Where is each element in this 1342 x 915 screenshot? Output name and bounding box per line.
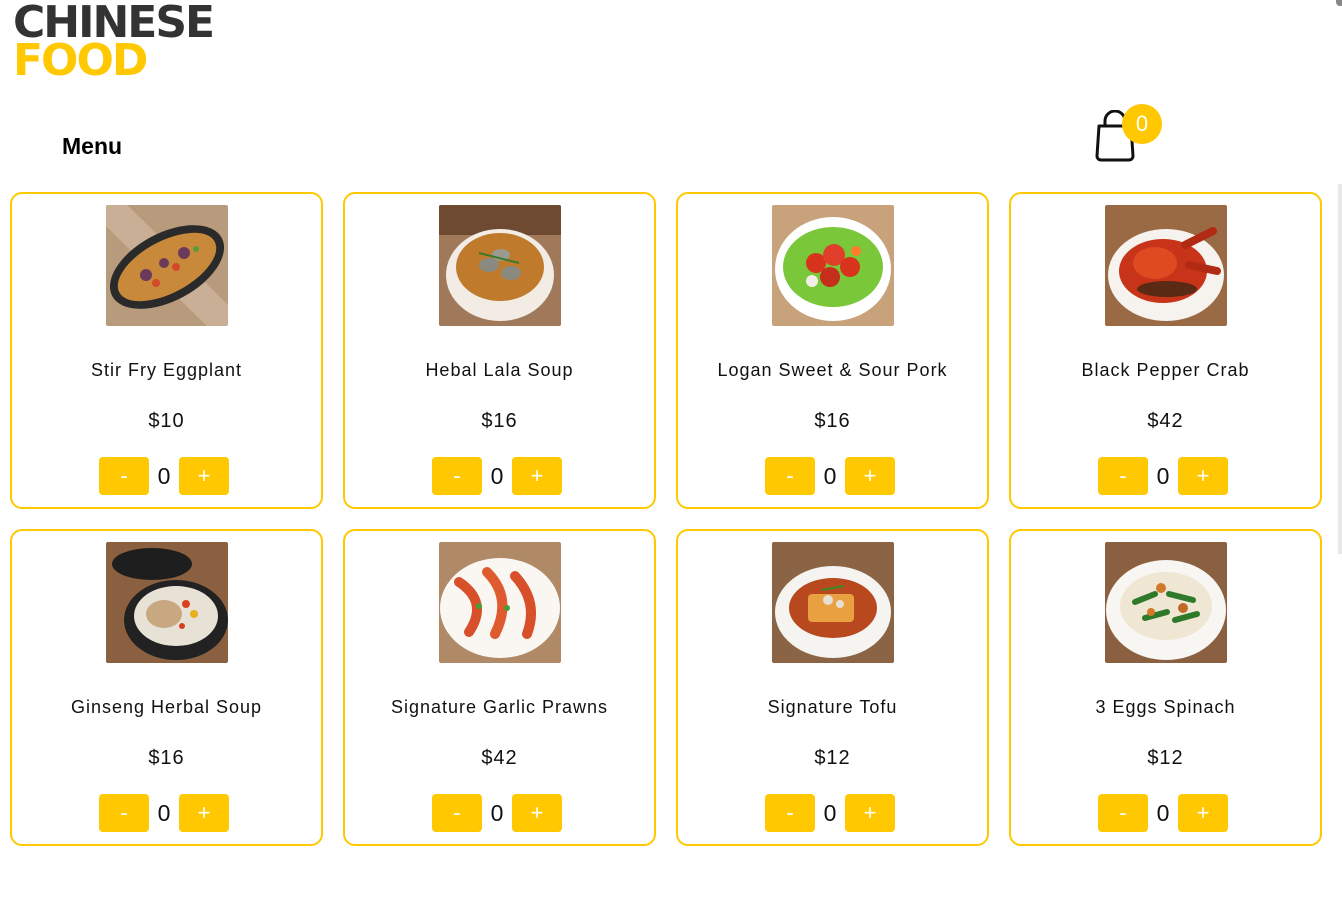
menu-item-card: 3 Eggs Spinach $12 - 0 + — [1009, 529, 1322, 846]
quantity-value: 0 — [490, 800, 504, 826]
signature-tofu-photo — [772, 542, 894, 663]
item-name: 3 Eggs Spinach — [1095, 697, 1236, 717]
menu-item-card: Signature Tofu $12 - 0 + — [676, 529, 989, 846]
increase-button[interactable]: + — [1178, 794, 1228, 832]
quantity-value: 0 — [157, 463, 171, 489]
decrease-button[interactable]: - — [432, 457, 482, 495]
item-price: $10 — [148, 410, 185, 432]
menu-item-card: Hebal Lala Soup $16 - 0 + — [343, 192, 656, 509]
quantity-stepper: - 0 + — [1098, 794, 1238, 834]
quantity-value: 0 — [823, 800, 837, 826]
item-price: $12 — [814, 747, 851, 769]
menu-item-card: Stir Fry Eggplant $10 - 0 + — [10, 192, 323, 509]
quantity-stepper: - 0 + — [765, 457, 905, 497]
item-price: $16 — [814, 410, 851, 432]
menu-item-card: Logan Sweet & Sour Pork $16 - 0 + — [676, 192, 989, 509]
increase-button[interactable]: + — [512, 457, 562, 495]
increase-button[interactable]: + — [179, 794, 229, 832]
quantity-stepper: - 0 + — [432, 794, 572, 834]
decrease-button[interactable]: - — [99, 457, 149, 495]
three-eggs-spinach-photo — [1105, 542, 1227, 663]
decrease-button[interactable]: - — [765, 457, 815, 495]
sweet-sour-pork-photo — [772, 205, 894, 326]
item-name: Signature Garlic Prawns — [390, 697, 609, 717]
item-price: $42 — [481, 747, 518, 769]
menu-item-card: Signature Garlic Prawns $42 - 0 + — [343, 529, 656, 846]
menu-grid: Stir Fry Eggplant $10 - 0 + Hebal Lala S… — [10, 192, 1322, 846]
quantity-stepper: - 0 + — [765, 794, 905, 834]
item-price: $16 — [148, 747, 185, 769]
decrease-button[interactable]: - — [1098, 457, 1148, 495]
menu-heading: Menu — [62, 133, 123, 159]
quantity-stepper: - 0 + — [1098, 457, 1238, 497]
increase-button[interactable]: + — [512, 794, 562, 832]
brand-logo[interactable]: CHINESE FOOD — [13, 1, 215, 83]
quantity-value: 0 — [157, 800, 171, 826]
quantity-value: 0 — [823, 463, 837, 489]
item-price: $42 — [1147, 410, 1184, 432]
quantity-stepper: - 0 + — [99, 794, 239, 834]
item-price: $16 — [481, 410, 518, 432]
item-name: Black Pepper Crab — [1081, 360, 1250, 380]
scrollbar-corner — [1336, 0, 1342, 6]
quantity-value: 0 — [1156, 800, 1170, 826]
item-name: Hebal Lala Soup — [425, 360, 574, 380]
cart-button[interactable]: 0 — [1093, 104, 1165, 164]
garlic-prawns-photo — [439, 542, 561, 663]
item-name: Signature Tofu — [767, 697, 898, 717]
herbal-lala-soup-photo — [439, 205, 561, 326]
menu-item-card: Black Pepper Crab $42 - 0 + — [1009, 192, 1322, 509]
item-name: Ginseng Herbal Soup — [70, 697, 263, 717]
quantity-value: 0 — [490, 463, 504, 489]
decrease-button[interactable]: - — [432, 794, 482, 832]
increase-button[interactable]: + — [179, 457, 229, 495]
decrease-button[interactable]: - — [99, 794, 149, 832]
increase-button[interactable]: + — [845, 794, 895, 832]
item-name: Logan Sweet & Sour Pork — [717, 360, 948, 380]
ginseng-herbal-soup-photo — [106, 542, 228, 663]
increase-button[interactable]: + — [1178, 457, 1228, 495]
quantity-stepper: - 0 + — [99, 457, 239, 497]
scrollbar[interactable] — [1338, 184, 1342, 554]
stir-fry-eggplant-photo — [106, 205, 228, 326]
increase-button[interactable]: + — [845, 457, 895, 495]
quantity-stepper: - 0 + — [432, 457, 572, 497]
item-name: Stir Fry Eggplant — [90, 360, 243, 380]
black-pepper-crab-photo — [1105, 205, 1227, 326]
item-price: $12 — [1147, 747, 1184, 769]
decrease-button[interactable]: - — [765, 794, 815, 832]
quantity-value: 0 — [1156, 463, 1170, 489]
menu-item-card: Ginseng Herbal Soup $16 - 0 + — [10, 529, 323, 846]
decrease-button[interactable]: - — [1098, 794, 1148, 832]
cart-count-badge: 0 — [1122, 104, 1162, 144]
